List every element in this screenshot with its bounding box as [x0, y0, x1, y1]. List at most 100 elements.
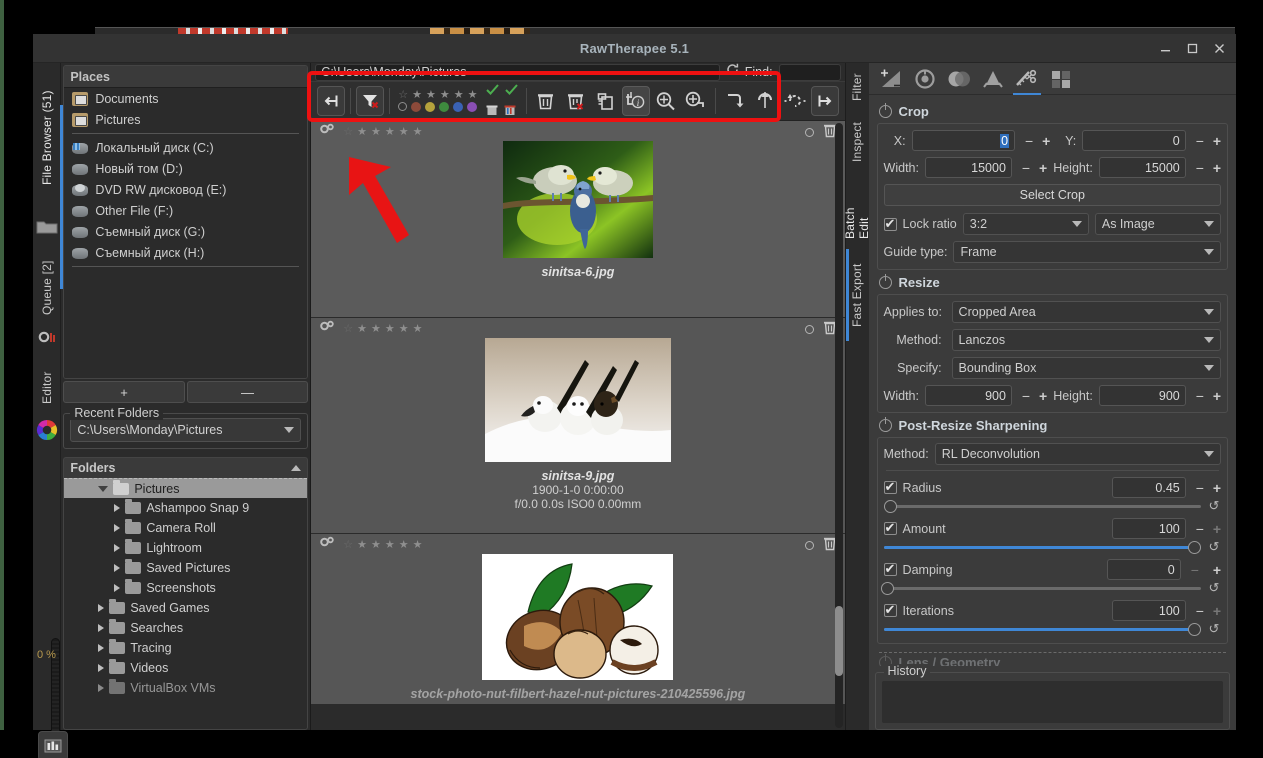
color-label-1-icon[interactable] [411, 102, 422, 112]
resize-method-select[interactable]: Lanczos [951, 329, 1221, 351]
star-5-icon[interactable]: ★ [413, 126, 423, 138]
gears-icon[interactable] [319, 536, 336, 555]
tree-item-ashampoo-snap-9[interactable]: Ashampoo Snap 9 [64, 498, 307, 518]
color-tab-icon[interactable] [947, 67, 971, 91]
iterations-stepper[interactable]: − + [1192, 603, 1221, 619]
filter-unedited-icon[interactable] [504, 82, 518, 100]
specify-select[interactable]: Bounding Box [951, 357, 1221, 379]
color-label-none-icon[interactable] [804, 127, 814, 137]
star-2-icon[interactable]: ★ [371, 539, 381, 551]
color-label-3-icon[interactable] [439, 102, 450, 112]
rotate-reset-icon[interactable] [781, 86, 809, 116]
star-5-icon[interactable]: ★ [468, 90, 478, 101]
paste-profile-icon[interactable]: i [621, 86, 650, 116]
damping-stepper[interactable]: − + [1187, 562, 1221, 578]
crop-y-input[interactable]: 0 [1082, 130, 1186, 151]
star-0-icon[interactable]: ☆ [343, 126, 353, 138]
amount-slider[interactable] [883, 540, 1201, 554]
thumbnail-image[interactable] [311, 554, 844, 680]
chevron-down-icon[interactable] [98, 485, 109, 492]
star-3-icon[interactable]: ★ [385, 323, 395, 335]
gears-icon[interactable] [319, 320, 336, 339]
resize-width-stepper[interactable]: − + [1018, 388, 1047, 404]
amount-stepper[interactable]: − + [1192, 521, 1221, 537]
chevron-right-icon[interactable] [114, 544, 121, 552]
add-place-button[interactable]: + [63, 381, 185, 403]
star-4-icon[interactable]: ★ [454, 90, 464, 101]
tab-inspect[interactable]: Inspect [850, 111, 864, 173]
tree-item-tracing[interactable]: Tracing [64, 638, 307, 658]
histogram-icon[interactable] [38, 731, 68, 758]
thumbnail-item[interactable]: ☆ ★ ★ ★ ★ ★ [311, 121, 845, 317]
tree-item-screenshots[interactable]: Screenshots [64, 578, 307, 598]
close-button[interactable] [1206, 38, 1232, 60]
resize-height-stepper[interactable]: − + [1192, 388, 1221, 404]
tree-item-saved-games[interactable]: Saved Games [64, 598, 307, 618]
place-item-pictures[interactable]: Pictures [64, 109, 307, 130]
place-item-documents[interactable]: Documents [64, 88, 307, 109]
chevron-right-icon[interactable] [98, 644, 105, 652]
iterations-checkbox[interactable] [883, 602, 897, 618]
star-1-icon[interactable]: ★ [357, 126, 367, 138]
iterations-slider-knob[interactable] [1188, 622, 1201, 636]
advanced-tab-icon[interactable] [981, 67, 1005, 91]
tree-item-pictures[interactable]: Pictures [64, 478, 308, 498]
thumbnail-image[interactable] [311, 141, 844, 258]
sidebar-tab-editor[interactable]: Editor [40, 363, 54, 413]
sharpen-method-select[interactable]: RL Deconvolution [934, 443, 1221, 465]
color-label-none-icon[interactable] [804, 540, 814, 550]
filter-trash-icon[interactable] [504, 103, 516, 121]
star-1-icon[interactable]: ★ [412, 90, 422, 101]
tab-fast-export[interactable]: Fast Export [850, 251, 864, 339]
flip-vertical-icon[interactable] [751, 86, 779, 116]
crop-width-stepper[interactable]: − + [1018, 160, 1047, 176]
tab-filter[interactable]: Filter [850, 63, 864, 111]
crop-x-stepper[interactable]: − + [1021, 133, 1050, 149]
undo-arrow-icon[interactable]: ↺ [1207, 539, 1221, 555]
star-3-icon[interactable]: ★ [385, 539, 395, 551]
zoom-out-icon[interactable] [652, 86, 680, 116]
chevron-right-icon[interactable] [114, 564, 121, 572]
amount-slider-knob[interactable] [1188, 540, 1201, 554]
radius-stepper[interactable]: − + [1192, 480, 1221, 496]
folders-header[interactable]: Folders [63, 457, 309, 478]
tree-item-searches[interactable]: Searches [64, 618, 307, 638]
color-label-2-icon[interactable] [425, 102, 436, 112]
browser-scrollbar-thumb[interactable] [834, 606, 843, 676]
recent-folders-select[interactable]: C:\Users\Monday\Pictures [70, 418, 302, 442]
thumbnail-rating[interactable]: ☆ ★ ★ ★ ★ ★ [343, 323, 423, 335]
collapse-panel-icon[interactable] [810, 86, 839, 116]
transform-tab-icon[interactable] [1012, 67, 1041, 96]
post-resize-sharpening-header[interactable]: Post-Resize Sharpening [877, 413, 1228, 437]
chevron-right-icon[interactable] [114, 524, 121, 532]
radius-slider-knob[interactable] [883, 499, 897, 513]
radius-slider[interactable] [883, 499, 1201, 513]
history-list[interactable] [881, 681, 1223, 723]
sidebar-tab-file-browser[interactable]: File Browser (51) [40, 63, 54, 213]
power-toggle-icon[interactable] [878, 103, 892, 118]
resize-height-input[interactable]: 900 [1098, 385, 1186, 406]
guide-type-select[interactable]: Frame [953, 241, 1221, 263]
amount-value[interactable]: 100 [1111, 518, 1186, 539]
show-original-icon[interactable] [317, 86, 346, 116]
star-4-icon[interactable]: ★ [399, 539, 409, 551]
chevron-right-icon[interactable] [114, 584, 121, 592]
iterations-value[interactable]: 100 [1111, 600, 1186, 621]
crop-width-input[interactable]: 15000 [924, 157, 1012, 178]
thumbnail-item[interactable]: ☆ ★ ★ ★ ★ ★ [311, 534, 845, 704]
chevron-right-icon[interactable] [98, 604, 105, 612]
star-5-icon[interactable]: ★ [413, 323, 423, 335]
damping-slider[interactable] [880, 581, 1201, 595]
rotate-right-icon[interactable] [721, 86, 749, 116]
trash-icon[interactable] [532, 86, 560, 116]
crop-ratio-select[interactable]: 3:2 [962, 213, 1089, 235]
star-1-icon[interactable]: ★ [357, 323, 367, 335]
tree-item-saved-pictures[interactable]: Saved Pictures [64, 558, 307, 578]
star-0-icon[interactable]: ☆ [398, 90, 408, 101]
tree-item-lightroom[interactable]: Lightroom [64, 538, 307, 558]
tab-batch-edit[interactable]: Batch Edit [843, 173, 871, 251]
place-item-drive-d[interactable]: Новый том (D:) [64, 158, 307, 179]
star-3-icon[interactable]: ★ [385, 126, 395, 138]
iterations-slider[interactable] [883, 622, 1201, 636]
minimize-button[interactable] [1152, 38, 1178, 60]
